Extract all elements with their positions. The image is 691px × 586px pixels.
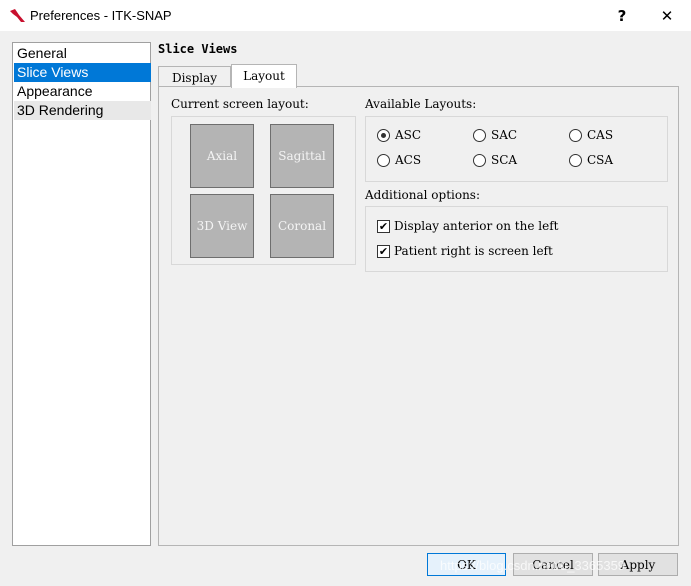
- layout-tile-axial: Axial: [190, 124, 254, 188]
- window-title: Preferences - ITK-SNAP: [30, 8, 172, 23]
- radio-csa[interactable]: [569, 154, 582, 167]
- radio-asc[interactable]: [377, 129, 390, 142]
- radio-sac[interactable]: [473, 129, 486, 142]
- nav-item-3d-rendering[interactable]: 3D Rendering: [14, 101, 151, 120]
- section-title: Slice Views: [158, 42, 238, 56]
- radio-acs-label[interactable]: ACS: [395, 153, 421, 167]
- radio-asc-label[interactable]: ASC: [395, 128, 421, 142]
- layout-tile-coronal: Coronal: [270, 194, 334, 258]
- help-button[interactable]: ?: [600, 0, 644, 31]
- radio-sca-label[interactable]: SCA: [491, 153, 517, 167]
- current-layout-label: Current screen layout:: [171, 97, 309, 111]
- available-layouts-label: Available Layouts:: [365, 97, 477, 111]
- watermark: https://blog.csdn.net/u_3365359: [440, 558, 626, 573]
- tab-layout[interactable]: Layout: [231, 64, 297, 88]
- additional-options-label: Additional options:: [365, 188, 481, 202]
- checkbox-display-anterior-left-label[interactable]: Display anterior on the left: [394, 219, 558, 233]
- radio-cas[interactable]: [569, 129, 582, 142]
- radio-sac-label[interactable]: SAC: [491, 128, 517, 142]
- layout-tile-sagittal: Sagittal: [270, 124, 334, 188]
- radio-selected-dot: [381, 133, 386, 138]
- available-layouts-group: ASC SAC CAS ACS SCA CSA: [365, 116, 668, 182]
- checkbox-display-anterior-left[interactable]: ✔: [377, 220, 390, 233]
- checkbox-patient-right-screen-left[interactable]: ✔: [377, 245, 390, 258]
- radio-acs[interactable]: [377, 154, 390, 167]
- current-layout-group: Axial Sagittal 3D View Coronal: [171, 116, 356, 265]
- nav-item-slice-views[interactable]: Slice Views: [14, 63, 151, 82]
- nav-item-general[interactable]: General: [14, 44, 151, 63]
- radio-cas-label[interactable]: CAS: [587, 128, 613, 142]
- layout-tile-3d-view: 3D View: [190, 194, 254, 258]
- radio-sca[interactable]: [473, 154, 486, 167]
- nav-item-appearance[interactable]: Appearance: [14, 82, 151, 101]
- layout-tab-panel: Current screen layout: Axial Sagittal 3D…: [158, 86, 679, 546]
- preferences-category-list[interactable]: General Slice Views Appearance 3D Render…: [12, 42, 151, 546]
- checkbox-patient-right-screen-left-label[interactable]: Patient right is screen left: [394, 244, 553, 258]
- additional-options-group: ✔ Display anterior on the left ✔ Patient…: [365, 206, 668, 272]
- radio-csa-label[interactable]: CSA: [587, 153, 613, 167]
- close-button[interactable]: ✕: [645, 0, 689, 31]
- tab-display[interactable]: Display: [158, 66, 231, 87]
- itk-snap-logo-icon: [10, 9, 25, 22]
